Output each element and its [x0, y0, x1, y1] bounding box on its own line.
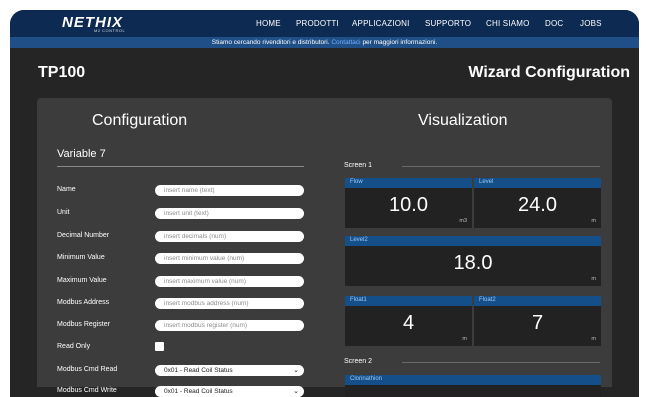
page-title: Wizard Configuration: [468, 64, 630, 81]
nav-chi-siamo[interactable]: CHI SIAMO: [486, 19, 530, 28]
logo-tagline: M2 CONTROL: [94, 28, 126, 33]
modbus-address-input[interactable]: [155, 298, 304, 309]
tile-flow[interactable]: Flow 10.0 m3: [345, 178, 472, 228]
decimal-number-input[interactable]: [155, 231, 304, 242]
name-input[interactable]: [155, 185, 304, 196]
tile-level2-name: Level2: [350, 237, 368, 243]
maximum-value-input[interactable]: [155, 276, 304, 287]
tile-level-value: 24.0: [518, 194, 557, 216]
modbus-address-label: Modbus Address: [57, 299, 110, 306]
configuration-title: Configuration: [92, 112, 188, 129]
contattaci-link[interactable]: Contattaci: [331, 39, 360, 46]
modbus-register-label: Modbus Register: [57, 321, 110, 328]
tile-float1-unit: m: [462, 336, 467, 342]
tile-clorinathion-name: Clorinathion: [350, 376, 383, 382]
announcement-text: Stiamo cercando rivenditori e distributo…: [211, 39, 330, 46]
tile-float1-name: Float1: [350, 297, 367, 303]
announcement-bar: Stiamo cercando rivenditori e distributo…: [10, 37, 639, 48]
unit-label: Unit: [57, 209, 70, 216]
decimal-number-label: Decimal Number: [57, 232, 110, 239]
chevron-down-icon: ⌄: [293, 388, 299, 395]
nav-prodotti[interactable]: PRODOTTI: [296, 19, 339, 28]
announcement-text-end: per maggiori informazioni.: [362, 39, 438, 46]
tile-float1[interactable]: Float1 4 m: [345, 296, 472, 346]
nav-supporto[interactable]: SUPPORTO: [425, 19, 471, 28]
tile-float2-value: 7: [531, 312, 544, 334]
screen-1-divider: [402, 166, 600, 167]
read-only-label: Read Only: [57, 343, 91, 350]
unit-input[interactable]: [155, 208, 304, 219]
modbus-register-input[interactable]: [155, 320, 304, 331]
screen-1-label: Screen 1: [344, 162, 373, 169]
tile-level2-unit: m: [591, 276, 596, 282]
variable-divider: [57, 166, 304, 167]
visualization-title: Visualization: [418, 112, 508, 129]
tile-flow-name: Flow: [350, 179, 363, 185]
top-navigation-bar: NETHIX M2 CONTROL HOME PRODOTTI APPLICAZ…: [10, 10, 639, 37]
tile-level-name: Level: [479, 179, 494, 185]
tile-level-unit: m: [591, 218, 596, 224]
tile-float2-unit: m: [591, 336, 596, 342]
nav-jobs[interactable]: JOBS: [580, 19, 602, 28]
modbus-cmd-write-select[interactable]: 0x01 - Read Coil Status ⌄: [155, 386, 304, 397]
tile-float1-value: 4: [402, 312, 415, 334]
screen-2-label: Screen 2: [344, 358, 373, 365]
nav-applicazioni[interactable]: APPLICAZIONI: [352, 19, 410, 28]
tile-level2[interactable]: Level2 18.0 m: [345, 236, 601, 286]
variable-name: Variable 7: [57, 148, 106, 160]
product-title: TP100: [38, 64, 86, 81]
screen-2-divider: [402, 362, 600, 363]
read-only-checkbox[interactable]: [155, 342, 164, 351]
chevron-down-icon: ⌄: [293, 367, 299, 374]
tile-level2-value: 18.0: [453, 252, 493, 274]
maximum-value-label: Maximum Value: [57, 277, 107, 284]
modbus-cmd-write-value: 0x01 - Read Coil Status: [164, 388, 233, 395]
minimum-value-input[interactable]: [155, 253, 304, 264]
modbus-cmd-read-select[interactable]: 0x01 - Read Coil Status ⌄: [155, 365, 304, 376]
name-label: Name: [57, 186, 76, 193]
tile-flow-unit: m3: [459, 218, 467, 224]
modbus-cmd-write-label: Modbus Cmd Write: [57, 387, 117, 394]
modbus-cmd-read-label: Modbus Cmd Read: [57, 366, 118, 373]
tile-level[interactable]: Level 24.0 m: [474, 178, 601, 228]
modbus-cmd-read-value: 0x01 - Read Coil Status: [164, 367, 233, 374]
nav-home[interactable]: HOME: [256, 19, 281, 28]
nav-doc[interactable]: DOC: [545, 19, 563, 28]
minimum-value-label: Minimum Value: [57, 254, 105, 261]
tile-clorinathion[interactable]: Clorinathion: [345, 375, 601, 397]
tile-float2-name: Float2: [479, 297, 496, 303]
tile-float2[interactable]: Float2 7 m: [474, 296, 601, 346]
tile-flow-value: 10.0: [389, 194, 428, 216]
